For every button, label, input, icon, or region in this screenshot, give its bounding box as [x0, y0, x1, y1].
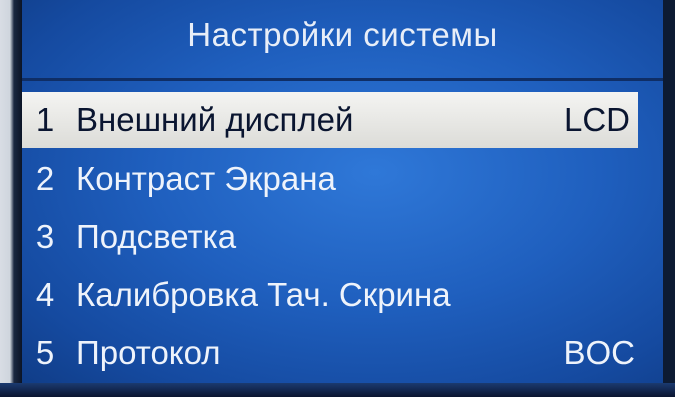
menu-item-number: 3 [35, 218, 55, 255]
menu-item-value: LCD [563, 101, 630, 138]
menu-item-number: 4 [35, 276, 55, 313]
lcd-screen: Настройки системы 1 Внешний дисплей LCD … [22, 0, 663, 383]
menu-item-number: 2 [35, 160, 55, 197]
settings-menu: 1 Внешний дисплей LCD 2 Контраст Экрана … [22, 92, 663, 382]
menu-item-label: Внешний дисплей [76, 101, 354, 138]
device-bezel-bottom [0, 383, 675, 397]
menu-item-label: Подсветка [76, 218, 237, 255]
menu-item-touch-calibration[interactable]: 4 Калибровка Тач. Скрина [22, 266, 663, 324]
menu-item-external-display[interactable]: 1 Внешний дисплей LCD [22, 92, 638, 148]
menu-item-screen-contrast[interactable]: 2 Контраст Экрана [22, 150, 663, 208]
menu-item-number: 1 [35, 101, 55, 138]
menu-item-label: Контраст Экрана [76, 160, 336, 197]
menu-item-backlight[interactable]: 3 Подсветка [22, 208, 663, 266]
screen-title: Настройки системы [187, 16, 498, 53]
menu-item-label: Калибровка Тач. Скрина [76, 276, 451, 313]
menu-item-number: 5 [35, 334, 55, 371]
menu-item-value: BOC [563, 334, 635, 371]
title-divider [22, 78, 663, 81]
device-bezel-left [0, 0, 22, 397]
menu-item-protocol[interactable]: 5 Протокол BOC [22, 324, 663, 382]
